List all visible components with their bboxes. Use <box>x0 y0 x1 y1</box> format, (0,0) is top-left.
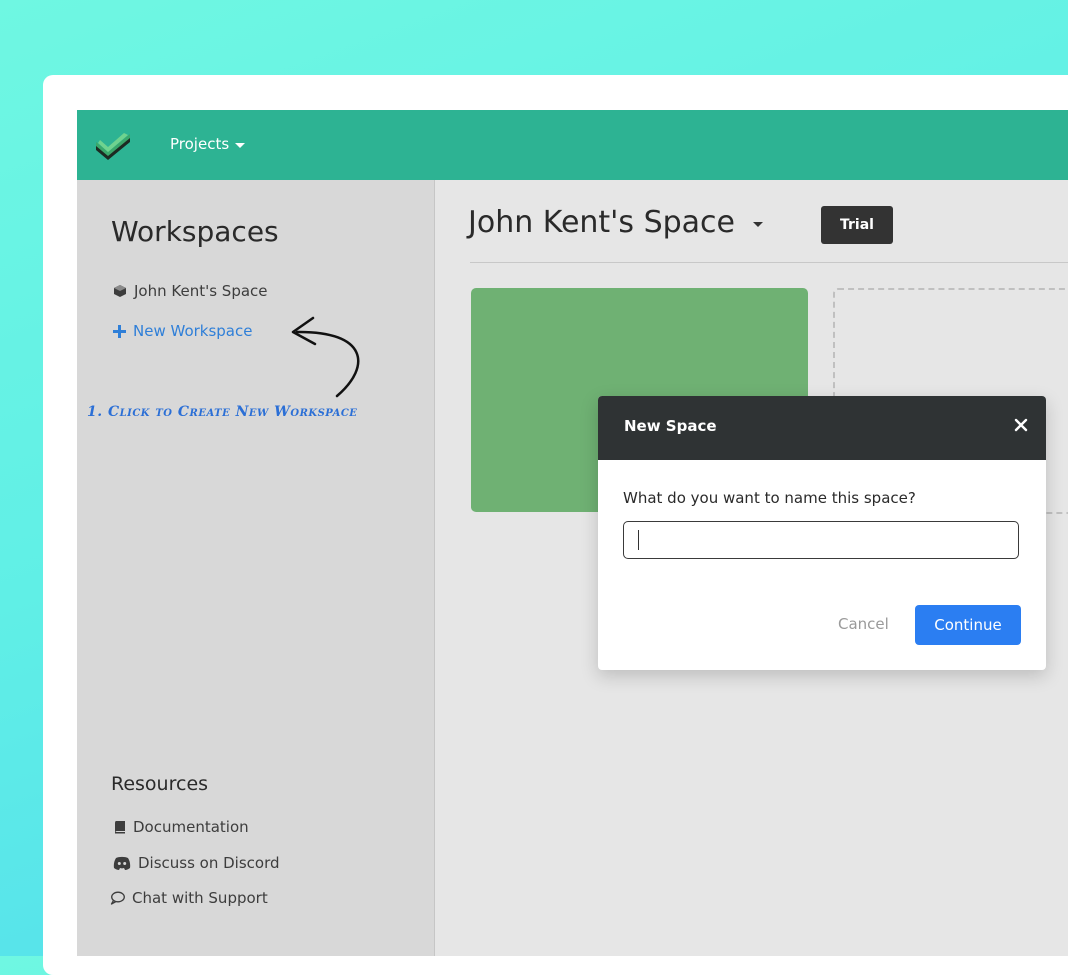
cube-icon <box>114 285 126 297</box>
divider <box>470 262 1068 263</box>
plus-icon <box>113 324 126 338</box>
space-name: John Kent's Space <box>468 205 736 240</box>
discord-link[interactable]: Discuss on Discord <box>113 854 280 872</box>
annotation-label: 1. Click to Create New Workspace <box>87 404 358 420</box>
cancel-button[interactable]: Cancel <box>838 615 889 633</box>
plan-badge: Trial <box>821 206 893 244</box>
resources-title: Resources <box>111 773 209 795</box>
chat-support-label: Chat with Support <box>132 889 268 907</box>
space-selector[interactable]: John Kent's Space <box>468 205 764 240</box>
annotation-arrow-icon <box>291 316 360 398</box>
sidebar-title: Workspaces <box>111 215 279 248</box>
new-space-modal: New Space What do you want to name this … <box>598 396 1046 670</box>
caret-down-icon <box>753 222 764 227</box>
chat-bubble-icon <box>110 891 125 905</box>
continue-button[interactable]: Continue <box>915 605 1021 645</box>
book-icon <box>115 821 125 834</box>
workspace-item-john-kent[interactable]: John Kent's Space <box>113 282 268 300</box>
new-workspace-label: New Workspace <box>133 322 253 340</box>
workspace-item-label: John Kent's Space <box>134 282 268 300</box>
documentation-label: Documentation <box>133 818 249 836</box>
chat-support-link[interactable]: Chat with Support <box>110 889 268 907</box>
text-cursor <box>638 530 639 550</box>
caret-down-icon <box>235 142 246 148</box>
logo-icon <box>96 133 130 160</box>
projects-menu-label: Projects <box>170 135 230 153</box>
discord-label: Discuss on Discord <box>138 854 280 872</box>
discord-icon <box>113 856 131 870</box>
workspaces-sidebar: Workspaces John Kent's Space New Workspa… <box>77 180 435 956</box>
space-name-input[interactable] <box>623 521 1019 559</box>
top-navbar: Projects <box>77 110 1068 180</box>
close-icon[interactable] <box>1010 414 1032 436</box>
modal-header: New Space <box>598 396 1046 460</box>
modal-title: New Space <box>624 417 717 435</box>
documentation-link[interactable]: Documentation <box>113 818 249 836</box>
new-workspace-link[interactable]: New Workspace <box>113 322 252 340</box>
projects-menu[interactable]: Projects <box>170 135 246 153</box>
modal-question: What do you want to name this space? <box>623 489 916 507</box>
